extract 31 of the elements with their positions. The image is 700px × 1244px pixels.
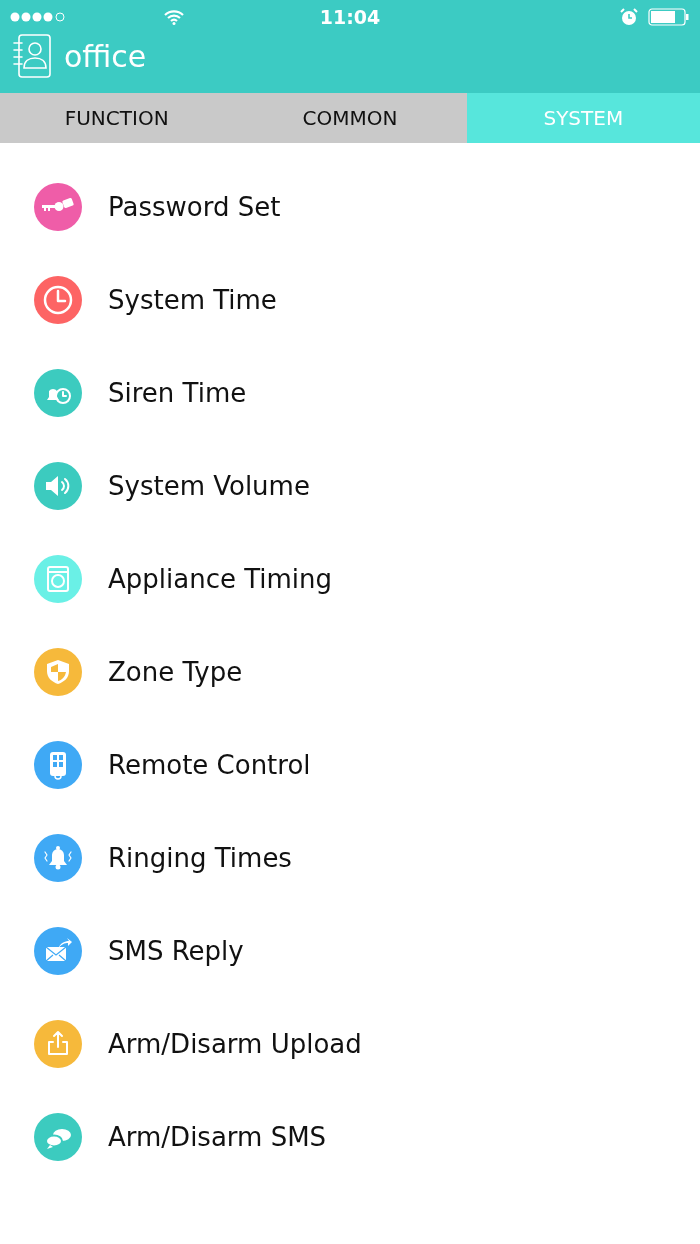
upload-icon	[34, 1019, 82, 1068]
envelope-icon	[34, 926, 82, 975]
speaker-icon	[34, 461, 82, 510]
signal-strength-icon	[10, 11, 68, 23]
shield-icon	[34, 647, 82, 696]
menu-item[interactable]: Arm/Disarm SMS	[108, 1121, 327, 1152]
menu-item[interactable]: Remote Control	[108, 749, 311, 780]
remote-icon	[34, 740, 82, 789]
clock-icon	[34, 275, 82, 324]
menu-item[interactable]: System Volume	[108, 470, 310, 501]
tab[interactable]: FUNCTION	[0, 93, 234, 143]
bell-icon	[34, 833, 82, 882]
menu-item[interactable]: Zone Type	[108, 656, 243, 687]
menu-item[interactable]: System Time	[108, 284, 277, 315]
washing-machine-icon	[34, 554, 82, 603]
alarm-clock-icon	[620, 8, 638, 26]
menu-item[interactable]: Siren Time	[108, 377, 247, 408]
key-icon	[34, 182, 82, 231]
menu-item[interactable]: Arm/Disarm Upload	[108, 1028, 362, 1059]
menu-item[interactable]: Appliance Timing	[108, 563, 333, 594]
contacts-book-icon	[12, 34, 52, 78]
menu-item[interactable]: Ringing Times	[108, 842, 292, 873]
chat-bubbles-icon	[34, 1112, 82, 1161]
menu-item[interactable]: SMS Reply	[108, 935, 244, 966]
status-time: 11:04	[319, 6, 381, 28]
menu-item[interactable]: Password Set	[108, 191, 281, 222]
wifi-icon	[163, 9, 185, 25]
bell-clock-icon	[34, 368, 82, 417]
battery-icon	[648, 8, 690, 26]
tab[interactable]: COMMON	[233, 93, 467, 143]
header-title: office	[64, 38, 147, 74]
